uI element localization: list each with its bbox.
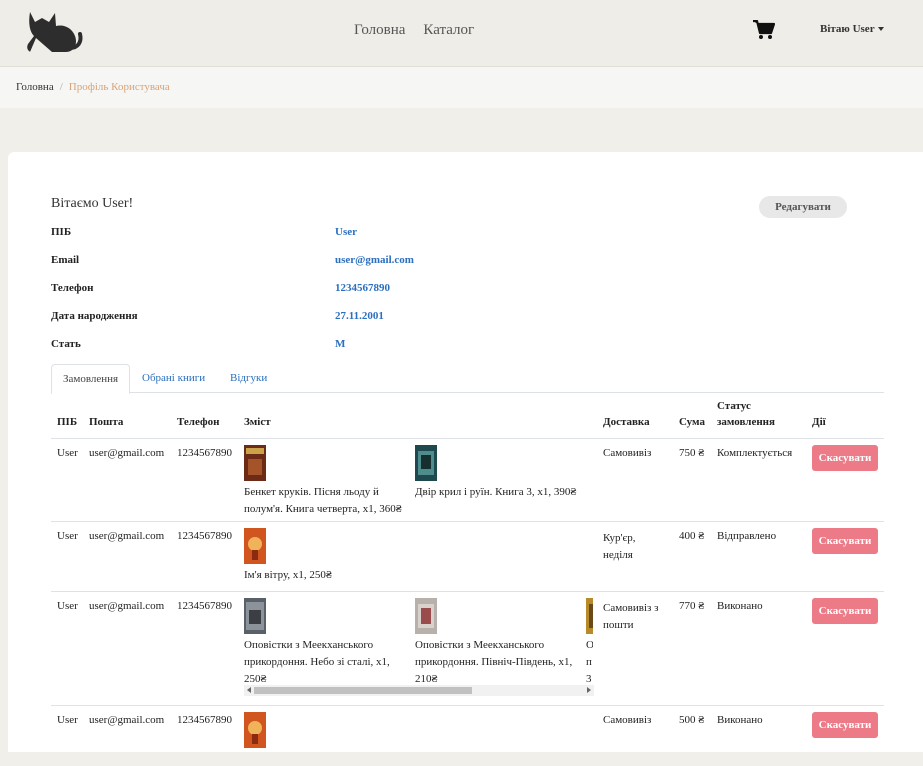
- cancel-order-button[interactable]: Скасувати: [812, 712, 878, 738]
- nav-catalog-link[interactable]: Каталог: [423, 22, 474, 39]
- info-label: Дата народження: [51, 310, 138, 322]
- cell-phone: 1234567890: [177, 530, 232, 542]
- order-item-title: Ім'я вітру, x1, 250₴: [244, 569, 332, 581]
- cell-status: Виконано: [717, 600, 763, 612]
- table-row: User user@gmail.com 1234567890 Ім'я вітр…: [51, 522, 884, 592]
- book-cover-icon: [244, 712, 266, 748]
- table-row: User user@gmail.com 1234567890 Самовивіз…: [51, 706, 884, 766]
- info-value: User: [335, 226, 357, 238]
- table-row: User user@gmail.com 1234567890 Бенкет кр…: [51, 439, 884, 522]
- caret-down-icon: [877, 27, 884, 32]
- book-cover-icon: [415, 598, 437, 634]
- order-item[interactable]: Бенкет круків. Пісня льоду й полум'я. Кн…: [244, 445, 409, 518]
- cell-email: user@gmail.com: [89, 530, 165, 542]
- cat-logo-icon[interactable]: [22, 8, 84, 56]
- order-item[interactable]: Оповістки з Меекханського прикордоння. Н…: [244, 598, 409, 688]
- order-item-title: Двір крил і руїн. Книга 3, x1, 390₴: [415, 486, 577, 498]
- breadcrumb-bar: Головна / Профіль Користувача: [0, 67, 923, 108]
- tab-reviews[interactable]: Відгуки: [219, 364, 278, 392]
- cell-delivery: Самовивіз: [603, 714, 652, 726]
- tab-favorite-books[interactable]: Обрані книги: [131, 364, 216, 392]
- order-item[interactable]: Двір крил і руїн. Книга 3, x1, 390₴: [415, 445, 585, 501]
- book-cover-icon: [244, 598, 266, 634]
- edit-profile-button[interactable]: Редагувати: [759, 196, 847, 218]
- cell-email: user@gmail.com: [89, 447, 165, 459]
- user-menu-dropdown[interactable]: Вітаю User: [820, 23, 884, 35]
- welcome-heading: Вітаємо User!: [51, 196, 134, 211]
- info-value: М: [335, 338, 346, 350]
- scroll-right-icon[interactable]: [587, 687, 591, 693]
- breadcrumb: Головна / Профіль Користувача: [16, 81, 170, 93]
- column-header: Статус замовлення: [717, 400, 775, 428]
- info-value: 1234567890: [335, 282, 390, 294]
- column-header: Дії: [812, 416, 826, 428]
- cart-icon[interactable]: [753, 20, 775, 40]
- book-cover-icon: [586, 598, 593, 634]
- user-greeting: Вітаю User: [820, 23, 875, 35]
- cancel-order-button[interactable]: Скасувати: [812, 528, 878, 554]
- info-value: user@gmail.com: [335, 254, 414, 266]
- tab-orders[interactable]: Замовлення: [51, 364, 131, 394]
- cell-delivery: Самовивіз з пошти: [603, 602, 659, 631]
- nav-home-link[interactable]: Головна: [354, 22, 405, 39]
- cell-status: Комплектується: [717, 447, 793, 459]
- order-item[interactable]: [244, 712, 409, 751]
- cell-sum: 500 ₴: [679, 714, 705, 726]
- book-cover-icon: [244, 528, 266, 564]
- cell-status: Відправлено: [717, 530, 777, 542]
- cell-phone: 1234567890: [177, 714, 232, 726]
- info-label: Стать: [51, 338, 81, 350]
- cell-email: user@gmail.com: [89, 600, 165, 612]
- scrollbar-thumb[interactable]: [254, 687, 472, 694]
- cancel-order-button[interactable]: Скасувати: [812, 598, 878, 624]
- info-label: Email: [51, 254, 80, 266]
- main-nav: Головна Каталог: [354, 22, 474, 39]
- column-header: Сума: [679, 416, 705, 428]
- cell-name: User: [57, 600, 78, 612]
- content-horizontal-scrollbar[interactable]: [244, 685, 594, 696]
- cell-sum: 770 ₴: [679, 600, 705, 612]
- cell-name: User: [57, 447, 78, 459]
- cell-delivery: Кур'єр, неділя: [603, 532, 636, 561]
- cell-status: Виконано: [717, 714, 763, 726]
- column-header: Телефон: [177, 416, 220, 428]
- info-label: Телефон: [51, 282, 94, 294]
- top-navbar: Головна Каталог Вітаю User: [0, 0, 923, 67]
- cell-name: User: [57, 530, 78, 542]
- column-header: Зміст: [244, 416, 271, 428]
- breadcrumb-home[interactable]: Головна: [16, 81, 54, 93]
- cell-sum: 750 ₴: [679, 447, 705, 459]
- order-item-title: Оповістки з Меекханського прикордоння. Н…: [244, 639, 390, 685]
- order-item-title: Оповістки з Меекханського прикордоння. П…: [415, 639, 573, 685]
- column-header: Доставка: [603, 416, 650, 428]
- breadcrumb-current: Профіль Користувача: [68, 81, 170, 93]
- order-item-title: Бенкет круків. Пісня льоду й полум'я. Кн…: [244, 486, 402, 515]
- cell-phone: 1234567890: [177, 447, 232, 459]
- info-value: 27.11.2001: [335, 310, 384, 322]
- info-label: ПІБ: [51, 226, 72, 238]
- order-item[interactable]: Ім'я вітру, x1, 250₴: [244, 528, 409, 584]
- order-item-title: О п 3: [586, 639, 593, 685]
- cell-name: User: [57, 714, 78, 726]
- profile-tabs: Замовлення Обрані книги Відгуки: [51, 364, 884, 394]
- cell-sum: 400 ₴: [679, 530, 705, 542]
- cell-phone: 1234567890: [177, 600, 232, 612]
- cell-delivery: Самовивіз: [603, 447, 652, 459]
- order-item[interactable]: Оповістки з Меекханського прикордоння. П…: [415, 598, 585, 688]
- column-header: Пошта: [89, 416, 124, 428]
- book-cover-icon: [415, 445, 437, 481]
- breadcrumb-separator: /: [59, 81, 63, 93]
- scroll-left-icon[interactable]: [247, 687, 251, 693]
- orders-table-header: ПІБ Пошта Телефон Зміст Доставка Сума Ст…: [51, 392, 884, 439]
- table-row: User user@gmail.com 1234567890 Оповістки…: [51, 592, 884, 706]
- book-cover-icon: [244, 445, 266, 481]
- cell-email: user@gmail.com: [89, 714, 165, 726]
- cancel-order-button[interactable]: Скасувати: [812, 445, 878, 471]
- profile-card: Вітаємо User! Редагувати ПІБ User Email …: [8, 152, 923, 752]
- column-header: ПІБ: [57, 416, 78, 428]
- order-item[interactable]: О п 3: [586, 598, 593, 688]
